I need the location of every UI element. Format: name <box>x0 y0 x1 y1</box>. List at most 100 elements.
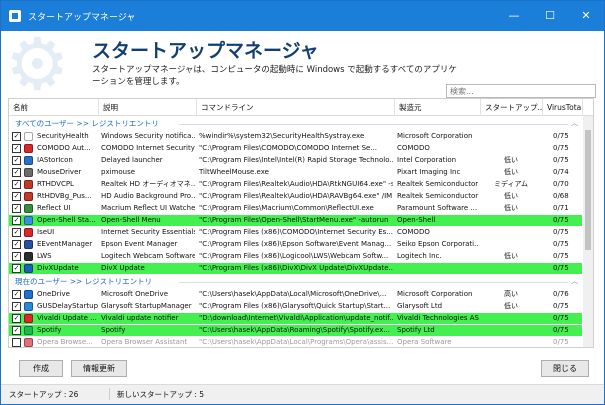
create-button[interactable]: 作成 <box>19 360 63 377</box>
table-row[interactable]: ✓ RTHDVCPL Realtek HD オーディオマネ... "C:\Progra… <box>9 179 582 190</box>
spotify-icon <box>24 326 33 335</box>
entry-command-line: "C:\Program Files\Open-Shell\StartMenu.e… <box>199 216 389 224</box>
enable-checkbox[interactable]: ✓ <box>12 168 21 177</box>
entry-startup-impact <box>481 227 541 238</box>
app-window: スタートアップマネージャ — ☐ ✕ ⚙ スタートアップマネージャ スタートアッ… <box>0 0 605 405</box>
entry-virustotal: 0/75 <box>553 302 569 310</box>
entry-vendor: Microsoft Corporation <box>397 290 473 298</box>
group-label: 現在のユーザー >> レジストリエントリ <box>15 277 153 286</box>
close-button[interactable]: 閉じる <box>541 360 589 377</box>
entry-startup-impact <box>481 239 541 250</box>
entry-description: Macrium Reflect UI Watcher <box>101 204 195 212</box>
column-header-name[interactable]: 名前 <box>9 99 99 116</box>
enable-checkbox[interactable]: ✓ <box>12 326 21 335</box>
table-row[interactable]: ✓ OneDrive Microsoft OneDrive "C:\Users\has… <box>9 289 582 300</box>
table-row[interactable]: ✓ MouseDriver pximouse TiltWheelMouse.exe Pi… <box>9 167 582 178</box>
search-input[interactable] <box>446 84 596 98</box>
vertical-scrollbar[interactable] <box>583 116 593 347</box>
table-row[interactable]: ✓ Reflect UI Macrium Reflect UI Watcher "C:… <box>9 203 582 214</box>
entry-startup-impact: 低い <box>504 168 518 176</box>
group-header[interactable]: すべてのユーザー >> レジストリエントリ ︿ <box>9 117 582 130</box>
comodo-icon <box>24 228 33 237</box>
entry-command-line: TiltWheelMouse.exe <box>199 168 269 176</box>
table-row[interactable]: ✓ Spotify Spotify "C:\Users\hasek\AppData\R… <box>9 325 582 336</box>
entry-description: COMODO Internet Security <box>101 144 195 152</box>
entry-name: GUSDelayStartup <box>37 302 99 310</box>
table-row[interactable]: ✓ SecurityHealth Windows Security notifica… <box>9 131 582 142</box>
entry-virustotal: 0/75 <box>553 228 569 236</box>
minimize-button[interactable]: — <box>496 1 532 31</box>
entry-description: Vivaldi update notifier <box>101 314 179 322</box>
entry-description: Open-Shell Menu <box>101 216 161 224</box>
close-window-button[interactable]: ✕ <box>568 1 604 31</box>
entry-startup-impact: 高い <box>504 290 518 298</box>
entry-startup-impact: 低い <box>504 302 518 310</box>
collapse-caret-icon[interactable]: ︿ <box>571 117 578 130</box>
enable-checkbox[interactable]: ✓ <box>12 204 21 213</box>
column-header-vendor[interactable]: 製造元 <box>395 99 481 116</box>
table-row[interactable]: ✓ IAStorIcon Delayed launcher "C:\Program F… <box>9 155 582 166</box>
table-row[interactable]: Opera Browse... Opera Browser Assistant "C… <box>9 337 582 347</box>
table-row[interactable]: ✓ COMODO Aut... COMODO Internet Security "C… <box>9 143 582 154</box>
maximize-button[interactable]: ☐ <box>532 1 568 31</box>
entry-vendor: Realtek Semiconductor <box>397 180 479 188</box>
entry-command-line: %windir%\system32\SecurityHealthSystray.… <box>199 132 365 140</box>
entry-command-line: "C:\Program Files\COMODO\COMODO Internet… <box>199 144 378 152</box>
status-bar: スタートアップ : 26 新しいスタートアップ : 5 <box>1 384 604 404</box>
onedrive-icon <box>24 290 33 299</box>
enable-checkbox[interactable]: ✓ <box>12 240 21 249</box>
entry-description: Opera Browser Assistant <box>101 338 188 346</box>
column-header-description[interactable]: 説明 <box>99 99 197 116</box>
table-row[interactable]: ✓ Vivaldi Update ... Vivaldi update notifi… <box>9 313 582 324</box>
entry-vendor: Intel Corporation <box>397 156 457 164</box>
enable-checkbox[interactable]: ✓ <box>12 180 21 189</box>
entry-command-line: "C:\Users\hasek\AppData\Roaming\Spotify\… <box>199 326 391 334</box>
entry-virustotal: 0/75 <box>553 240 569 248</box>
table-row[interactable]: ✓ Open-Shell Sta... Open-Shell Menu "C:\Pro… <box>9 215 582 226</box>
enable-checkbox[interactable]: ✓ <box>12 156 21 165</box>
group-header[interactable]: 現在のユーザー >> レジストリエントリ ︿ <box>9 275 582 288</box>
entry-command-line: "D:\download\Internet\Vivaldi\Applicatio… <box>199 314 393 322</box>
enable-checkbox[interactable]: ✓ <box>12 302 21 311</box>
comodo-icon <box>24 144 33 153</box>
title-bar[interactable]: スタートアップマネージャ — ☐ ✕ <box>1 1 604 31</box>
column-header-virustotal[interactable]: VirusTotal <box>543 99 583 116</box>
startup-count: スタートアップ : 26 <box>9 390 79 399</box>
enable-checkbox[interactable]: ✓ <box>12 192 21 201</box>
entry-vendor: Realtek Semiconductor <box>397 192 479 200</box>
enable-checkbox[interactable]: ✓ <box>12 228 21 237</box>
scrollbar-thumb[interactable] <box>585 130 591 250</box>
table-row[interactable]: ✓ GUSDelayStartup Glarysoft StartupManager… <box>9 301 582 312</box>
enable-checkbox[interactable]: ✓ <box>12 252 21 261</box>
entry-startup-impact: 低い <box>504 204 518 212</box>
enable-checkbox[interactable]: ✓ <box>12 264 21 273</box>
table-row[interactable]: ✓ DivXUpdate DivX Update "C:\Program Files … <box>9 263 582 274</box>
table-row[interactable]: ✓ RtHDVBg_Pus... HD Audio Background Pro..… <box>9 191 582 202</box>
entry-startup-impact <box>481 325 541 336</box>
enable-checkbox[interactable]: ✓ <box>12 144 21 153</box>
enable-checkbox[interactable]: ✓ <box>12 216 21 225</box>
entry-vendor: Open-Shell <box>397 216 436 224</box>
table-row[interactable]: ✓ IseUI Internet Security Essentials "C:\Pr… <box>9 227 582 238</box>
collapse-caret-icon[interactable]: ︿ <box>571 275 578 288</box>
enable-checkbox[interactable]: ✓ <box>12 132 21 141</box>
entry-virustotal: 0/70 <box>553 180 569 188</box>
enable-checkbox[interactable] <box>12 338 21 347</box>
entry-vendor: Seiko Epson Corporati... <box>397 240 479 248</box>
refresh-button[interactable]: 情報更新 <box>71 360 127 377</box>
entry-virustotal: 0/75 <box>553 314 569 322</box>
column-header-command-line[interactable]: コマンドライン <box>197 99 395 116</box>
entry-vendor: Opera Software <box>397 338 452 346</box>
glarysoft-icon <box>24 302 33 311</box>
entry-virustotal: 0/71 <box>553 204 569 212</box>
table-row[interactable]: ✓ LWS Logitech Webcam Software "C:\Program … <box>9 251 582 262</box>
enable-checkbox[interactable]: ✓ <box>12 290 21 299</box>
group-label: すべてのユーザー >> レジストリエントリ <box>15 119 159 128</box>
column-header-startup-impact[interactable]: スタートアップ... <box>481 99 543 116</box>
table-row[interactable]: ✓ EEventManager Epson Event Manager "C:\Pro… <box>9 239 582 250</box>
enable-checkbox[interactable]: ✓ <box>12 314 21 323</box>
entry-command-line: "C:\Program Files (x86)\COMODO\Internet … <box>199 228 393 236</box>
entry-virustotal: 0/75 <box>553 144 569 152</box>
epson-icon <box>24 240 33 249</box>
entry-virustotal: 0/75 <box>553 264 569 272</box>
